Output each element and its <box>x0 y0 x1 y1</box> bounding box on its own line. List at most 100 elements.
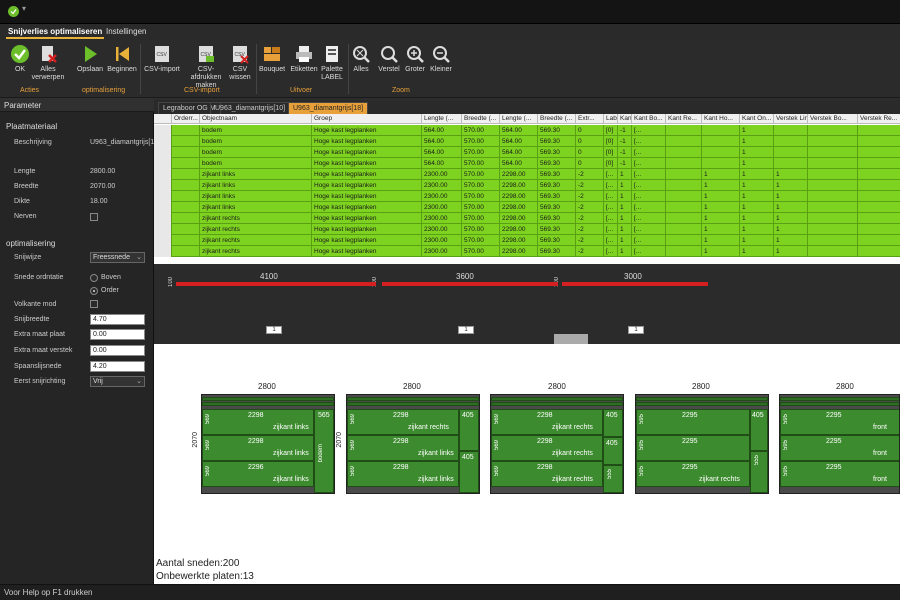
table-cell[interactable]: zijkant links <box>200 180 312 191</box>
table-cell[interactable] <box>808 125 858 136</box>
csv-import-button[interactable]: CSV CSV-import <box>144 44 180 74</box>
table-cell[interactable]: Hoge kast legplanken <box>312 136 422 147</box>
row-header[interactable] <box>154 158 172 169</box>
table-cell[interactable] <box>808 191 858 202</box>
table-row[interactable]: bodem Hoge kast legplanken 564.00 570.00 564… <box>154 158 900 169</box>
table-cell[interactable]: [... <box>604 224 618 235</box>
table-cell[interactable]: 569.30 <box>538 213 576 224</box>
table-cell[interactable]: 564.00 <box>422 136 462 147</box>
table-cell[interactable] <box>172 169 200 180</box>
table-cell[interactable] <box>808 147 858 158</box>
table-cell[interactable] <box>172 202 200 213</box>
table-cell[interactable]: 1 <box>740 158 774 169</box>
table-cell[interactable]: 569.30 <box>538 136 576 147</box>
table-cell[interactable]: [... <box>632 235 666 246</box>
table-cell[interactable]: 569.30 <box>538 147 576 158</box>
table-cell[interactable]: 1 <box>774 224 808 235</box>
table-cell[interactable]: 1 <box>618 169 632 180</box>
sheet-5[interactable]: 2295 front 595 2295 front 595 2295 front 595 <box>779 394 900 494</box>
table-cell[interactable] <box>774 125 808 136</box>
scroll-indicator[interactable] <box>554 334 588 344</box>
table-cell[interactable] <box>702 125 740 136</box>
table-cell[interactable]: 1 <box>618 246 632 257</box>
table-cell[interactable]: [... <box>632 125 666 136</box>
column-header[interactable]: Verstek Re... <box>858 114 900 124</box>
row-header[interactable] <box>154 180 172 191</box>
row-header[interactable] <box>154 191 172 202</box>
table-cell[interactable]: 1 <box>702 180 740 191</box>
table-cell[interactable]: 564.00 <box>500 158 538 169</box>
table-cell[interactable] <box>774 136 808 147</box>
table-cell[interactable]: 1 <box>774 180 808 191</box>
quick-access-icon[interactable]: ▾ <box>22 4 26 13</box>
column-header[interactable]: Objectnaam <box>200 114 312 124</box>
table-cell[interactable] <box>172 158 200 169</box>
table-cell[interactable] <box>858 246 900 257</box>
table-cell[interactable]: bodem <box>200 158 312 169</box>
table-cell[interactable] <box>666 213 702 224</box>
table-cell[interactable] <box>666 147 702 158</box>
row-header[interactable] <box>154 213 172 224</box>
table-cell[interactable]: 1 <box>618 224 632 235</box>
table-cell[interactable]: 1 <box>774 235 808 246</box>
table-cell[interactable]: Hoge kast legplanken <box>312 246 422 257</box>
table-cell[interactable] <box>808 158 858 169</box>
table-cell[interactable]: Hoge kast legplanken <box>312 125 422 136</box>
table-row[interactable]: bodem Hoge kast legplanken 564.00 570.00 564… <box>154 136 900 147</box>
table-cell[interactable] <box>702 147 740 158</box>
table-cell[interactable]: 0 <box>576 147 604 158</box>
table-cell[interactable] <box>858 125 900 136</box>
table-cell[interactable] <box>172 235 200 246</box>
table-cell[interactable] <box>858 158 900 169</box>
table-cell[interactable]: 569.30 <box>538 246 576 257</box>
table-cell[interactable] <box>808 169 858 180</box>
table-cell[interactable]: 1 <box>740 169 774 180</box>
column-header[interactable]: Lengte (... <box>500 114 538 124</box>
table-cell[interactable]: 564.00 <box>500 125 538 136</box>
table-cell[interactable]: zijkant rechts <box>200 235 312 246</box>
table-cell[interactable] <box>808 246 858 257</box>
row-header[interactable] <box>154 224 172 235</box>
table-cell[interactable]: 2298.00 <box>500 191 538 202</box>
table-cell[interactable] <box>666 235 702 246</box>
sheet-4[interactable]: 2295 595 2295 595 2295 zijkant rechts 595 40… <box>635 394 769 494</box>
table-cell[interactable]: 569.30 <box>538 202 576 213</box>
table-cell[interactable]: 2300.00 <box>422 169 462 180</box>
table-cell[interactable]: 2300.00 <box>422 224 462 235</box>
table-cell[interactable]: 1 <box>702 213 740 224</box>
table-cell[interactable]: 570.00 <box>462 158 500 169</box>
table-cell[interactable]: 1 <box>774 246 808 257</box>
table-cell[interactable]: [0] <box>604 147 618 158</box>
table-cell[interactable] <box>666 169 702 180</box>
table-cell[interactable]: 570.00 <box>462 147 500 158</box>
table-cell[interactable]: -2 <box>576 169 604 180</box>
table-cell[interactable]: [... <box>604 246 618 257</box>
table-cell[interactable]: [... <box>632 213 666 224</box>
table-cell[interactable]: 569.30 <box>538 224 576 235</box>
table-cell[interactable]: [0] <box>604 125 618 136</box>
table-cell[interactable] <box>172 191 200 202</box>
table-cell[interactable] <box>172 147 200 158</box>
table-cell[interactable] <box>666 224 702 235</box>
table-cell[interactable]: 1 <box>740 246 774 257</box>
table-cell[interactable] <box>858 202 900 213</box>
table-cell[interactable] <box>858 235 900 246</box>
table-cell[interactable] <box>702 136 740 147</box>
table-cell[interactable]: [... <box>632 158 666 169</box>
table-cell[interactable]: [... <box>604 180 618 191</box>
table-cell[interactable]: -2 <box>576 213 604 224</box>
table-cell[interactable]: 569.30 <box>538 158 576 169</box>
table-cell[interactable]: 2300.00 <box>422 213 462 224</box>
table-cell[interactable] <box>172 224 200 235</box>
table-cell[interactable]: Hoge kast legplanken <box>312 158 422 169</box>
column-header[interactable]: Orderr... <box>172 114 200 124</box>
table-cell[interactable]: Hoge kast legplanken <box>312 202 422 213</box>
table-cell[interactable]: 1 <box>740 147 774 158</box>
table-cell[interactable] <box>858 169 900 180</box>
row-header[interactable] <box>154 136 172 147</box>
table-cell[interactable]: 1 <box>702 169 740 180</box>
table-cell[interactable]: 570.00 <box>462 136 500 147</box>
table-cell[interactable]: -1 <box>618 158 632 169</box>
table-cell[interactable]: 1 <box>618 191 632 202</box>
table-cell[interactable]: 1 <box>740 136 774 147</box>
